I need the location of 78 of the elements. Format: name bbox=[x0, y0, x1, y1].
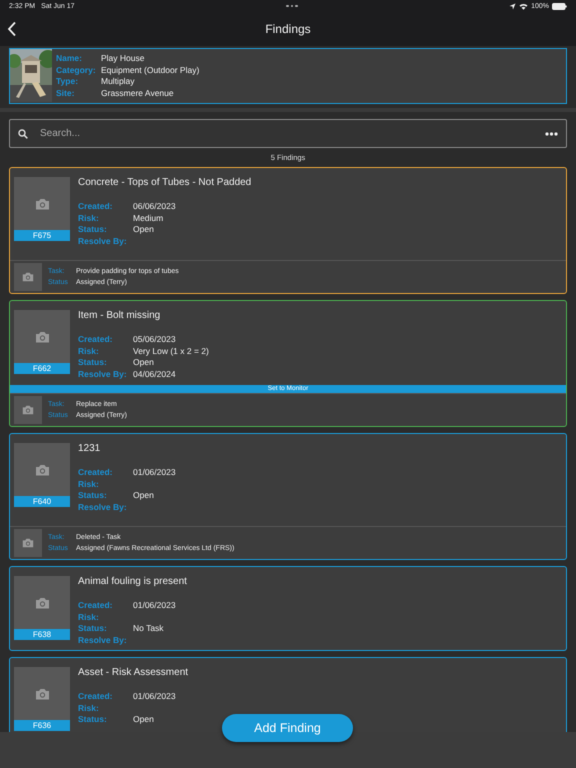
field-value: Grassmere Avenue bbox=[101, 88, 175, 99]
finding-card[interactable]: F638 Animal fouling is present Created: 01/06/2023 Risk: Status: No Task Resolve By: bbox=[9, 566, 567, 651]
photo-placeholder[interactable]: F675 bbox=[14, 177, 70, 241]
photo-placeholder[interactable]: F638 bbox=[14, 576, 70, 640]
field-label: Status: bbox=[78, 623, 108, 634]
camera-icon bbox=[34, 464, 50, 476]
field-value: Equipment (Outdoor Play) bbox=[101, 64, 200, 76]
photo-placeholder[interactable]: F662 bbox=[14, 310, 70, 374]
search-icon bbox=[18, 128, 28, 138]
task-photo-placeholder[interactable] bbox=[14, 396, 42, 424]
search-field[interactable]: Search... bbox=[9, 119, 567, 148]
task-photo-placeholder[interactable] bbox=[14, 263, 42, 291]
finding-code: F640 bbox=[14, 496, 70, 507]
camera-icon bbox=[34, 596, 50, 608]
field-label: Site: bbox=[56, 88, 76, 99]
field-label: Resolve By: bbox=[78, 502, 128, 513]
more-icon[interactable] bbox=[545, 132, 558, 136]
field-label: Resolve By: bbox=[78, 236, 128, 247]
finding-title: Item - Bolt missing bbox=[78, 310, 162, 321]
add-finding-button[interactable]: Add Finding bbox=[222, 714, 353, 742]
field-value: Play House bbox=[101, 53, 146, 64]
camera-icon bbox=[34, 330, 50, 342]
camera-icon bbox=[22, 405, 34, 415]
multitasking-dots[interactable] bbox=[286, 4, 298, 8]
camera-icon bbox=[22, 272, 34, 282]
field-value: 01/06/2023 bbox=[133, 467, 176, 478]
field-label: Created: bbox=[78, 334, 114, 346]
field-label: Resolve By: bbox=[78, 634, 128, 646]
field-value: Open bbox=[133, 357, 155, 368]
photo-placeholder[interactable]: F636 bbox=[14, 667, 70, 731]
field-label: Name: bbox=[56, 53, 83, 64]
field-value: 04/06/2024 bbox=[133, 368, 177, 380]
wifi-icon bbox=[519, 2, 528, 10]
field-value: Multiplay bbox=[101, 76, 136, 88]
battery-icon bbox=[552, 2, 567, 10]
finding-code: F636 bbox=[14, 720, 70, 731]
field-value: 05/06/2023 bbox=[133, 334, 177, 346]
finding-title: Asset - Risk Assessment bbox=[78, 667, 188, 678]
field-value: 06/06/2023 bbox=[133, 201, 177, 212]
field-value: Very Low (1 x 2 = 2) bbox=[133, 346, 209, 357]
field-label: Risk: bbox=[78, 346, 100, 357]
field-value: 01/06/2023 bbox=[133, 600, 177, 612]
finding-code: F638 bbox=[14, 629, 70, 640]
camera-icon bbox=[34, 688, 50, 700]
field-label: Created: bbox=[78, 600, 114, 612]
task-photo-placeholder[interactable] bbox=[14, 529, 42, 557]
finding-code: F675 bbox=[14, 230, 70, 241]
field-label: Risk: bbox=[78, 212, 100, 224]
camera-icon bbox=[34, 198, 50, 210]
field-label: Type: bbox=[56, 76, 80, 88]
search-input[interactable]: Search... bbox=[38, 127, 535, 140]
field-label: Status: bbox=[78, 490, 108, 502]
field-label: Created: bbox=[78, 467, 114, 478]
field-value: Open bbox=[133, 714, 155, 726]
field-label: Status: bbox=[78, 224, 108, 236]
field-value: No Task bbox=[133, 623, 165, 634]
camera-icon bbox=[22, 538, 34, 548]
field-label: Risk: bbox=[78, 612, 100, 623]
field-label: Resolve By: bbox=[78, 368, 128, 380]
photo-placeholder[interactable]: F640 bbox=[14, 443, 70, 507]
finding-title: Concrete - Tops of Tubes - Not Padded bbox=[78, 177, 252, 188]
finding-title: 1231 bbox=[78, 443, 102, 454]
back-icon[interactable] bbox=[7, 21, 17, 37]
screen-title: Findings bbox=[265, 22, 311, 36]
field-label: Created: bbox=[78, 691, 114, 702]
field-value: 01/06/2023 bbox=[133, 691, 177, 702]
location-icon bbox=[509, 2, 516, 10]
field-value: Medium bbox=[133, 212, 164, 224]
field-label: Risk: bbox=[78, 702, 100, 714]
field-label: Status: bbox=[78, 714, 108, 726]
field-label: Created: bbox=[78, 201, 114, 212]
finding-code: F662 bbox=[14, 363, 70, 374]
field-label: Status: bbox=[78, 357, 108, 368]
field-label: Risk: bbox=[78, 478, 100, 490]
field-label: Category: bbox=[56, 64, 97, 76]
field-value: Open bbox=[133, 490, 155, 502]
finding-title: Animal fouling is present bbox=[78, 576, 187, 587]
field-value: Open bbox=[133, 224, 155, 236]
